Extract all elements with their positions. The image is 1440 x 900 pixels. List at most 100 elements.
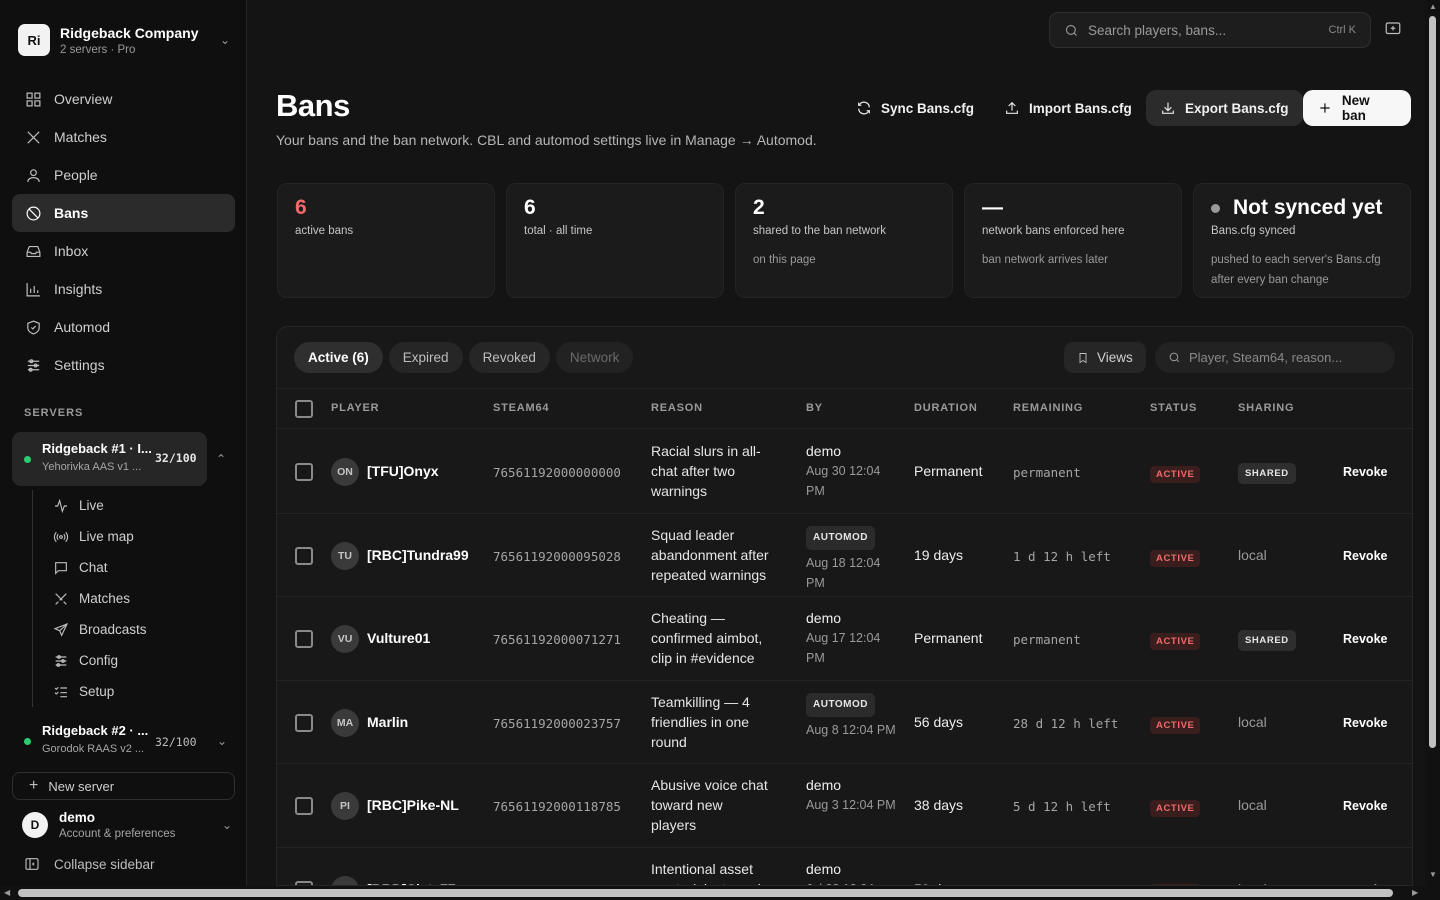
server-map: Yehorivka AAS v1 ...	[42, 461, 142, 473]
player-name[interactable]: Marlin	[367, 714, 408, 730]
user-menu[interactable]: D demo Account & preferences ⌄	[22, 806, 232, 844]
steam-id: 76561192000023757	[493, 715, 621, 731]
row-checkbox[interactable]	[295, 463, 313, 481]
table-row[interactable]: MA Marlin 76561192000023757 Teamkilling …	[277, 681, 1412, 764]
nav-item-people[interactable]: People	[12, 156, 235, 194]
steam-id: 76561192000000000	[493, 465, 621, 480]
nav-item-automod[interactable]: Automod	[12, 308, 235, 346]
export-bans-button[interactable]: Export Bans.cfg	[1146, 90, 1303, 126]
scroll-up-icon[interactable]: ▲	[1429, 2, 1437, 11]
nav-item-insights[interactable]: Insights	[12, 270, 235, 308]
row-checkbox[interactable]	[295, 797, 313, 815]
subnav-label: Live	[79, 498, 104, 513]
revoke-button[interactable]: Revoke	[1343, 549, 1387, 563]
org-switcher[interactable]: Ri Ridgeback Company 2 servers · Pro ⌄	[18, 22, 230, 58]
table-row[interactable]: PI [RBC]Pike-NL 76561192000118785 Abusiv…	[277, 764, 1412, 848]
col-status[interactable]: STATUS	[1150, 402, 1197, 414]
global-search[interactable]: Search players, bans... Ctrl K	[1049, 12, 1371, 48]
server-name: Ridgeback #1 · I...	[42, 441, 152, 456]
banned-by: demo	[806, 443, 842, 459]
chevron-down-icon[interactable]: ⌄	[217, 734, 227, 748]
select-all-checkbox[interactable]	[295, 400, 313, 418]
scroll-right-icon[interactable]: ▶	[1412, 888, 1418, 897]
scroll-thumb[interactable]	[18, 889, 1393, 897]
table-row[interactable]: ON [TFU]Onyx 76561192000000000 Racial sl…	[277, 430, 1412, 514]
stat-note: on this page	[753, 254, 816, 266]
revoke-button[interactable]: Revoke	[1343, 632, 1387, 646]
export-label: Export Bans.cfg	[1185, 100, 1289, 116]
new-ban-label: New ban	[1341, 93, 1370, 123]
stat-value: 6	[524, 196, 536, 219]
avatar: PI	[331, 792, 359, 820]
col-remaining[interactable]: REMAINING	[1013, 402, 1083, 414]
player-name[interactable]: [RBC]Pike-NL	[367, 797, 459, 813]
horizontal-scrollbar[interactable]: ◀ ▶	[0, 886, 1440, 900]
col-by[interactable]: BY	[806, 402, 823, 414]
scroll-thumb[interactable]	[1429, 16, 1436, 748]
row-checkbox[interactable]	[295, 630, 313, 648]
server-name: Ridgeback #2 · ...	[42, 723, 149, 738]
table-search-input[interactable]: Player, Steam64, reason...	[1155, 342, 1395, 373]
chevron-up-icon[interactable]: ⌃	[216, 452, 226, 466]
nav-item-settings[interactable]: Settings	[12, 346, 235, 384]
revoke-button[interactable]: Revoke	[1343, 716, 1387, 730]
nav-item-overview[interactable]: Overview	[12, 80, 235, 118]
page-subtitle: Your bans and the ban network. CBL and a…	[276, 132, 817, 148]
nav-item-matches[interactable]: Matches	[12, 118, 235, 156]
stat-total-bans: 6 total · all time	[506, 183, 724, 298]
sync-label: Sync Bans.cfg	[881, 100, 975, 116]
subnav-item-live-map[interactable]: Live map	[33, 521, 232, 552]
tab-active[interactable]: Active (6)	[294, 342, 383, 373]
tab-expired[interactable]: Expired	[388, 342, 463, 373]
scroll-down-icon[interactable]: ▼	[1429, 870, 1437, 879]
stat-value: Not synced yet	[1233, 196, 1383, 219]
ban-duration: 19 days	[914, 546, 964, 563]
tab-revoked[interactable]: Revoked	[468, 342, 550, 373]
server-item-2[interactable]: Ridgeback #2 · ... Gorodok RAAS v2 ... 3…	[12, 718, 235, 762]
row-checkbox[interactable]	[295, 546, 313, 565]
table-row[interactable]: SL [RRD]Slate77 76561192000047514 Intent…	[277, 848, 1412, 885]
scroll-left-icon[interactable]: ◀	[4, 888, 10, 897]
stat-value: 6	[295, 196, 307, 219]
col-sharing[interactable]: SHARING	[1238, 402, 1294, 414]
player-name[interactable]: [TFU]Onyx	[367, 463, 439, 479]
ban-date: Aug 30 12:04 PM	[806, 464, 881, 498]
col-steam64[interactable]: STEAM64	[493, 402, 549, 414]
new-server-button[interactable]: + New server	[12, 772, 235, 800]
table-row[interactable]: TU [RBC]Tundra99 76561192000095028 Squad…	[277, 514, 1412, 597]
col-duration[interactable]: DURATION	[914, 402, 978, 414]
subnav-item-broadcasts[interactable]: Broadcasts	[33, 614, 232, 645]
new-ban-button[interactable]: New ban	[1303, 90, 1411, 126]
revoke-button[interactable]: Revoke	[1343, 465, 1387, 479]
server-item-1[interactable]: Ridgeback #1 · I... Yehorivka AAS v1 ...…	[12, 432, 207, 486]
org-name: Ridgeback Company	[60, 24, 199, 41]
vertical-scrollbar[interactable]: ▲ ▼	[1425, 0, 1440, 886]
subnav-item-config[interactable]: Config	[33, 645, 232, 676]
subnav-item-setup[interactable]: Setup	[33, 676, 232, 707]
revoke-button[interactable]: Revoke	[1343, 799, 1387, 813]
subnav-item-chat[interactable]: Chat	[33, 552, 232, 583]
col-player[interactable]: PLAYER	[331, 402, 379, 414]
row-checkbox[interactable]	[295, 713, 313, 732]
sharing-cell: local	[1238, 797, 1267, 813]
player-name[interactable]: [RBC]Tundra99	[367, 547, 469, 563]
collapse-sidebar-button[interactable]: Collapse sidebar	[24, 856, 155, 872]
stat-value: 2	[753, 196, 765, 219]
subnav-item-live[interactable]: Live	[33, 490, 232, 521]
steam-id: 76561192000095028	[493, 548, 621, 564]
views-button[interactable]: Views	[1064, 342, 1146, 373]
table-row[interactable]: VU Vulture01 76561192000071271 Cheating …	[277, 597, 1412, 681]
import-bans-button[interactable]: Import Bans.cfg	[990, 90, 1146, 126]
status-badge: ACTIVE	[1150, 466, 1201, 483]
col-reason[interactable]: REASON	[651, 402, 703, 414]
checklist-icon	[54, 686, 67, 697]
nav-item-inbox[interactable]: Inbox	[12, 232, 235, 270]
nav-item-bans[interactable]: Bans	[12, 194, 235, 232]
player-name[interactable]: Vulture01	[367, 630, 430, 646]
subnav-item-matches[interactable]: Matches	[33, 583, 232, 614]
page-title: Bans	[276, 88, 350, 123]
sync-bans-button[interactable]: Sync Bans.cfg	[842, 90, 988, 126]
feedback-icon[interactable]	[1384, 20, 1404, 40]
filter-tabs: Active (6) Expired Revoked Network	[294, 342, 634, 373]
stat-label: network bans enforced here	[982, 225, 1125, 237]
